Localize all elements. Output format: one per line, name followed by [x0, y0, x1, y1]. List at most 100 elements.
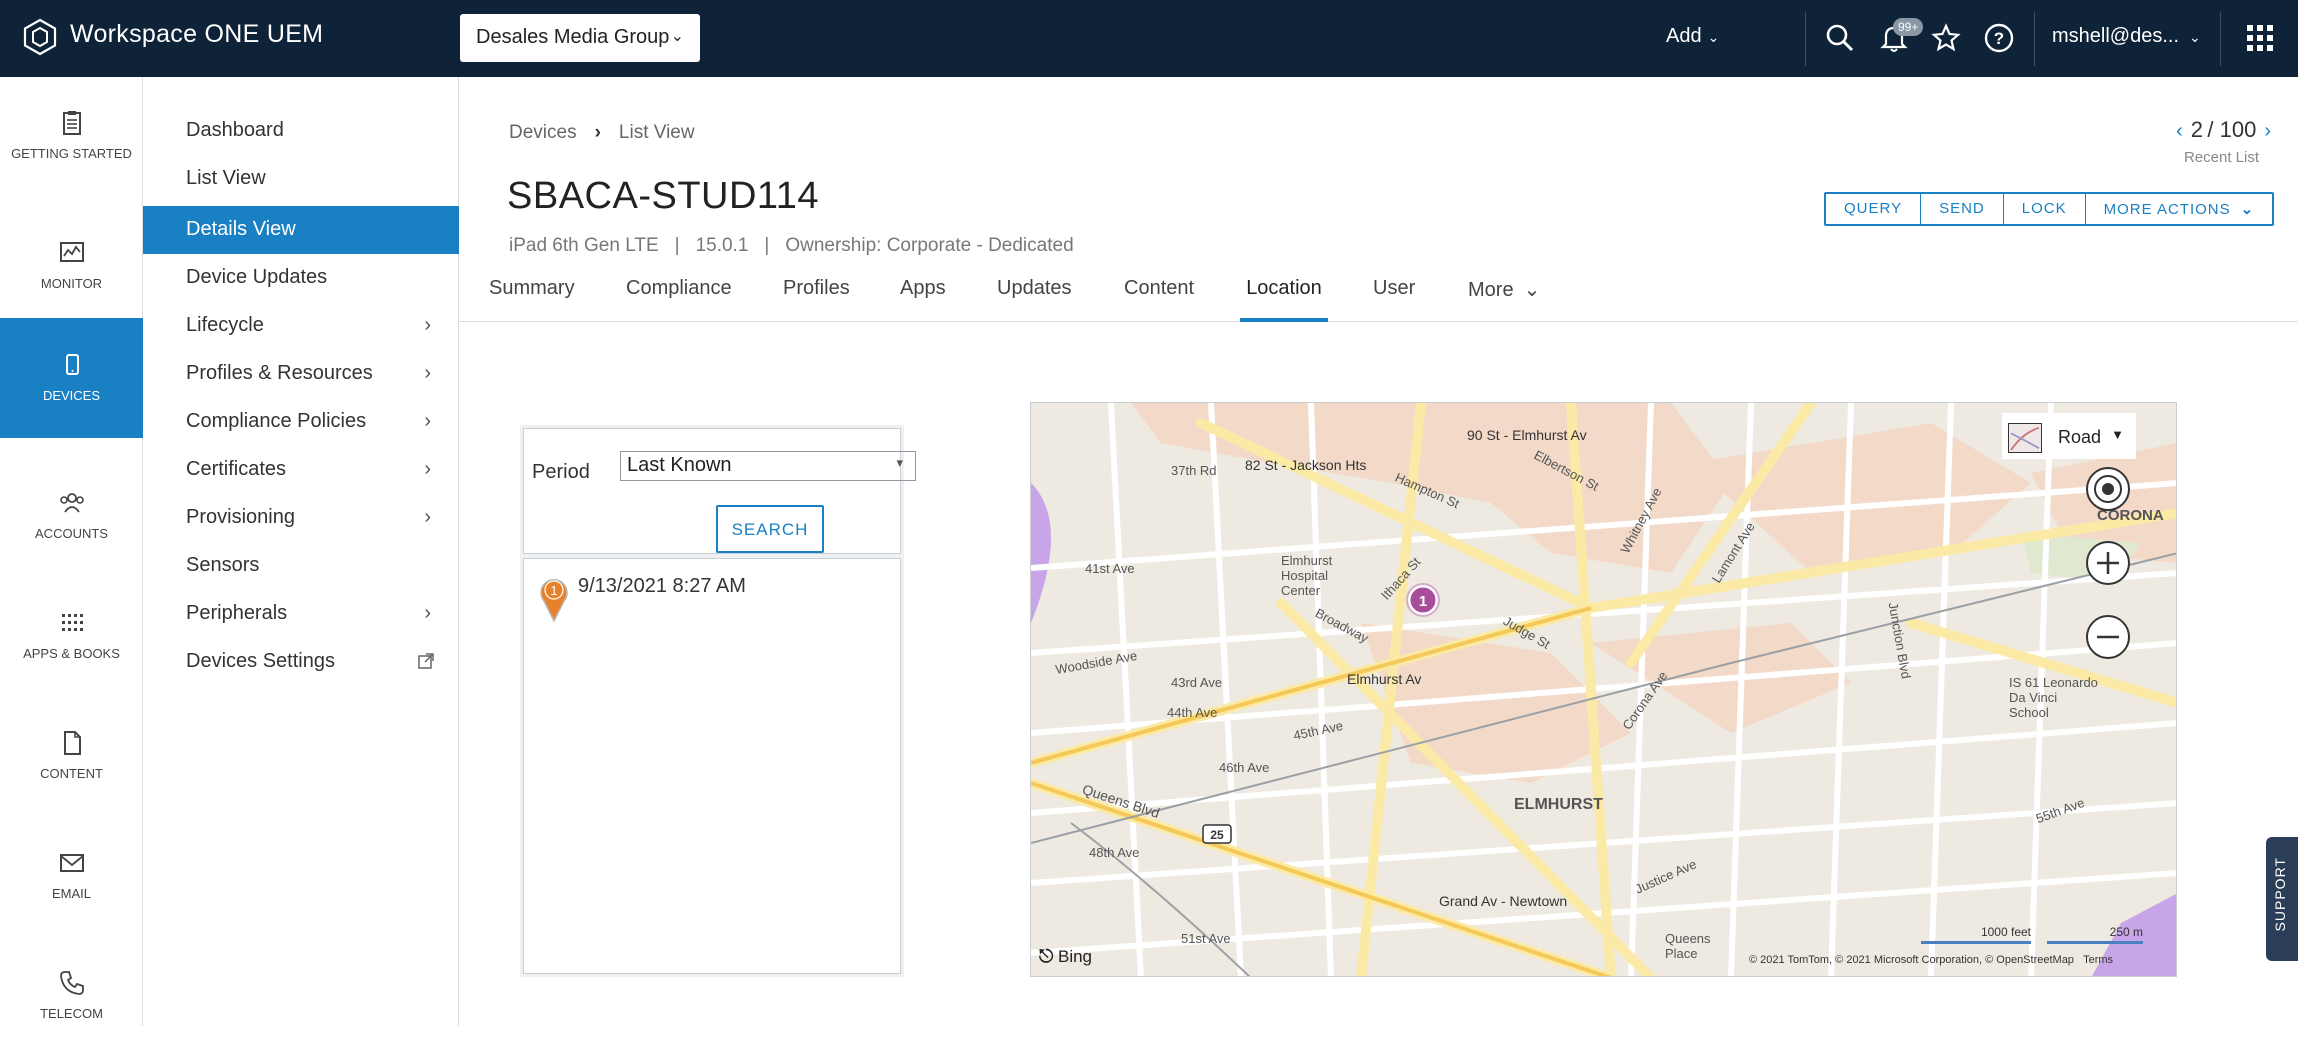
subnav-label: Certificates: [186, 458, 287, 480]
location-map[interactable]: 1 25 90 St - Elmhurst Av 82 St - Jackson…: [1030, 402, 2177, 977]
tab-content[interactable]: Content: [1124, 267, 1194, 322]
location-results-list: 1 9/13/2021 8:27 AM: [523, 558, 901, 974]
main-content: Devices › List View SBACA-STUD114 iPad 6th…: [459, 77, 2298, 1026]
mail-icon: [59, 854, 84, 872]
search-button[interactable]: SEARCH: [716, 505, 824, 553]
next-record-arrow-icon[interactable]: ›: [2264, 120, 2271, 142]
star-icon[interactable]: [1930, 22, 1962, 54]
subnav-item-peripherals[interactable]: Peripherals ›: [143, 590, 459, 638]
scale-bar-meters: 250 m: [2047, 925, 2143, 944]
bing-label: Bing: [1057, 947, 1093, 966]
map-label: 41st Ave: [1085, 561, 1135, 576]
subnav-item-provisioning[interactable]: Provisioning ›: [143, 494, 459, 542]
query-button[interactable]: QUERY: [1826, 194, 1922, 224]
map-label: 37th Rd: [1171, 463, 1217, 478]
zoom-out-button[interactable]: [2086, 615, 2130, 659]
add-button[interactable]: Add ⌄: [1666, 25, 1719, 48]
pager-total: / 100: [2207, 117, 2257, 142]
send-button[interactable]: SEND: [1921, 194, 2004, 224]
breadcrumb: Devices › List View: [509, 122, 695, 144]
breadcrumb-list-view[interactable]: List View: [619, 122, 695, 143]
caret-down-icon: ▼: [2111, 427, 2124, 442]
chevron-right-icon: ›: [424, 362, 431, 384]
search-icon[interactable]: [1824, 22, 1856, 54]
subnav-item-profiles-resources[interactable]: Profiles & Resources ›: [143, 350, 459, 398]
phone-icon: [59, 971, 84, 995]
tab-location[interactable]: Location: [1240, 267, 1328, 322]
subnav-item-sensors[interactable]: Sensors: [143, 542, 459, 590]
rail-item-devices[interactable]: DEVICES: [0, 318, 143, 438]
chevron-down-icon: ⌄: [2189, 29, 2201, 45]
apps-grid-icon: [61, 614, 83, 631]
rail-item-email[interactable]: EMAIL: [0, 818, 143, 938]
rail-item-label: CONTENT: [40, 766, 103, 781]
app-launcher-grid-icon[interactable]: [2244, 22, 2276, 54]
tab-updates[interactable]: Updates: [997, 267, 1072, 322]
add-label: Add: [1666, 25, 1702, 47]
subnav-label: Profiles & Resources: [186, 362, 373, 384]
rail-item-getting-started[interactable]: GETTING STARTED: [0, 90, 143, 210]
rail-item-accounts[interactable]: ACCOUNTS: [0, 458, 143, 578]
plus-icon: [2097, 552, 2119, 574]
tab-summary[interactable]: Summary: [489, 267, 575, 322]
target-icon: [2094, 475, 2122, 503]
map-label: 44th Ave: [1167, 705, 1218, 720]
subnav-item-dashboard[interactable]: Dashboard: [143, 107, 459, 155]
monitor-icon: [59, 242, 84, 262]
minus-icon: [2097, 635, 2119, 639]
map-label: 43rd Ave: [1171, 675, 1223, 690]
subnav-item-lifecycle[interactable]: Lifecycle ›: [143, 302, 459, 350]
tab-user[interactable]: User: [1373, 267, 1415, 322]
more-actions-button[interactable]: MORE ACTIONS ⌄: [2086, 194, 2273, 224]
org-group-selector[interactable]: Desales Media Group ⌄: [460, 14, 700, 62]
map-label: IS 61 Leonardo Da Vinci School: [2009, 675, 2098, 720]
rail-item-label: TELECOM: [40, 1006, 103, 1021]
tab-profiles[interactable]: Profiles: [783, 267, 850, 322]
support-tab[interactable]: SUPPORT: [2266, 837, 2298, 961]
tab-compliance[interactable]: Compliance: [626, 267, 732, 322]
lock-button[interactable]: LOCK: [2004, 194, 2086, 224]
map-label: Elmhurst Av: [1347, 671, 1422, 687]
period-select[interactable]: Last Known ▾: [620, 451, 916, 481]
breadcrumb-devices[interactable]: Devices: [509, 122, 577, 143]
map-label: Elmhurst Hospital Center: [1281, 553, 1333, 598]
accounts-icon: [59, 493, 84, 513]
locate-me-button[interactable]: [2086, 467, 2130, 511]
previous-record-arrow-icon[interactable]: ‹: [2176, 120, 2183, 142]
subnav-label: Devices Settings: [186, 650, 335, 672]
chevron-right-icon: ›: [424, 410, 431, 432]
terms-link[interactable]: Terms: [2083, 954, 2113, 966]
support-label: SUPPORT: [2272, 857, 2288, 932]
tab-apps[interactable]: Apps: [900, 267, 946, 322]
breadcrumb-separator-icon: ›: [594, 122, 601, 143]
chevron-right-icon: ›: [424, 314, 431, 336]
svg-text:25: 25: [1210, 828, 1224, 842]
map-label: 90 St - Elmhurst Av: [1467, 427, 1587, 443]
subnav-item-details-view[interactable]: Details View: [143, 206, 459, 254]
rail-item-content[interactable]: CONTENT: [0, 698, 143, 818]
map-tiles: 1 25: [1031, 403, 2176, 976]
subnav-item-certificates[interactable]: Certificates ›: [143, 446, 459, 494]
subnav-item-devices-settings[interactable]: Devices Settings: [143, 638, 459, 686]
map-label: 51st Ave: [1181, 931, 1231, 946]
rail-item-label: EMAIL: [51, 886, 91, 901]
user-menu[interactable]: mshell@des... ⌄: [2052, 25, 2201, 48]
record-pager: ‹ 2 / 100 › Recent List: [2149, 117, 2279, 166]
map-label: 48th Ave: [1089, 845, 1140, 860]
subnav-item-compliance-policies[interactable]: Compliance Policies ›: [143, 398, 459, 446]
chevron-down-icon: ▾: [896, 455, 903, 470]
map-marker-icon[interactable]: 1: [1406, 583, 1440, 617]
rail-item-telecom[interactable]: TELECOM: [0, 938, 143, 1058]
map-type-selector[interactable]: Road ▼: [2002, 413, 2136, 459]
bing-logo: ⎋ Bing: [1039, 946, 1092, 967]
subnav-item-list-view[interactable]: List View: [143, 155, 459, 203]
zoom-in-button[interactable]: [2086, 541, 2130, 585]
subnav-item-device-updates[interactable]: Device Updates: [143, 254, 459, 302]
device-name-title: SBACA-STUD114: [507, 175, 820, 217]
help-icon[interactable]: ?: [1983, 22, 2015, 54]
tab-more[interactable]: More ⌄: [1468, 267, 1540, 322]
rail-item-apps-books[interactable]: APPS & BOOKS: [0, 578, 143, 698]
map-label: 46th Ave: [1219, 760, 1270, 775]
top-bar: Workspace ONE UEM Desales Media Group ⌄ …: [0, 0, 2298, 77]
rail-item-label: MONITOR: [40, 276, 103, 291]
